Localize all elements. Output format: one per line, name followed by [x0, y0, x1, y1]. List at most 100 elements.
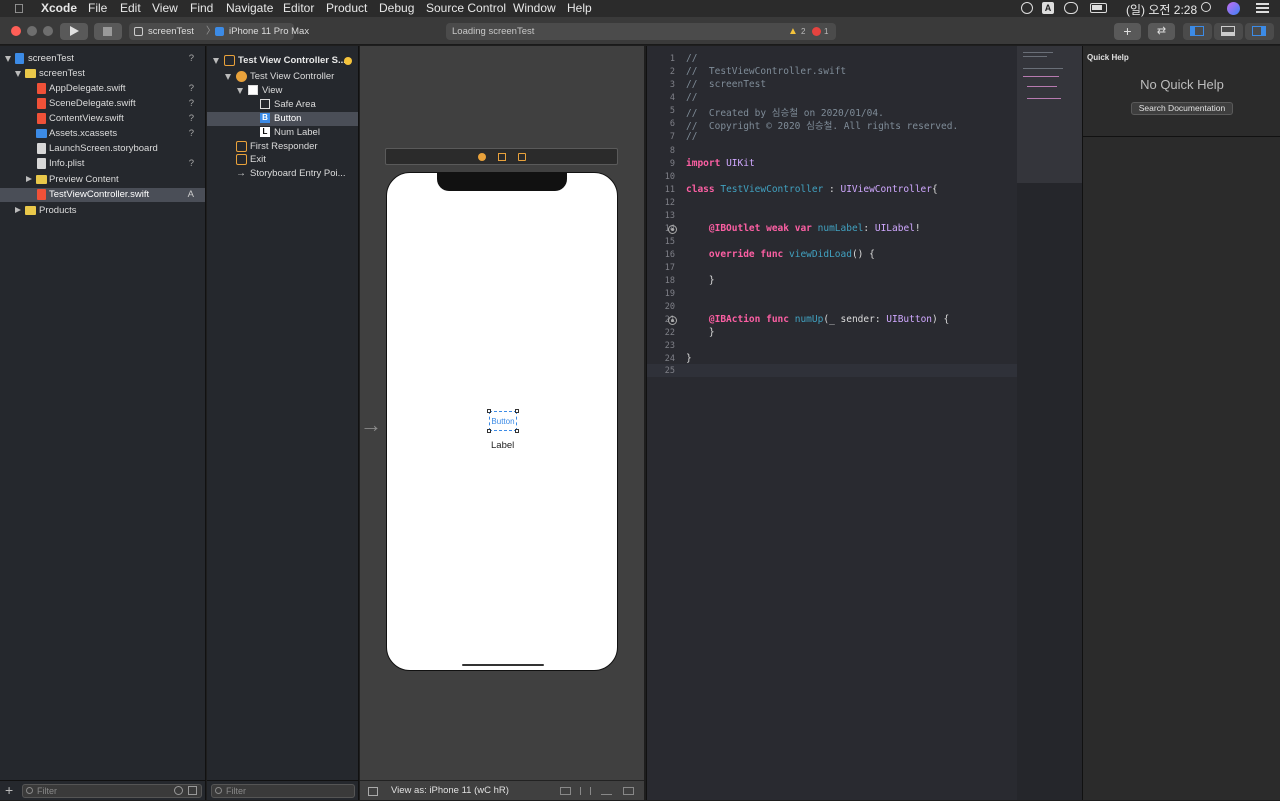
toggle-inspector-button[interactable]: [1245, 23, 1274, 40]
disclosure-open-icon[interactable]: [213, 58, 219, 64]
outline-entry-row[interactable]: → Storyboard Entry Poi...: [207, 167, 358, 181]
code-review-button[interactable]: ⇄: [1148, 23, 1175, 40]
code-line[interactable]: //: [686, 53, 697, 64]
display-icon[interactable]: [1064, 2, 1078, 14]
code-line[interactable]: import UIKit: [686, 158, 755, 169]
resize-handle[interactable]: [487, 409, 491, 413]
disclosure-closed-icon[interactable]: [15, 207, 21, 213]
menu-navigate[interactable]: Navigate: [226, 1, 273, 15]
outline-controller-row[interactable]: Test View Controller: [207, 70, 358, 84]
minimap-viewport[interactable]: [1017, 46, 1082, 183]
nav-file-row[interactable]: LaunchScreen.storyboard: [0, 142, 205, 156]
scheme-selector[interactable]: screenTest 〉 iPhone 11 Pro Max: [129, 23, 309, 40]
disclosure-open-icon[interactable]: [5, 56, 11, 62]
menu-file[interactable]: File: [88, 1, 107, 15]
clock[interactable]: (일) 오전 2:28: [1126, 1, 1197, 18]
recent-files-icon[interactable]: [174, 786, 183, 795]
nav-file-row[interactable]: AppDelegate.swift ?: [0, 82, 205, 96]
code-line[interactable]: // Created by 심승철 on 2020/01/04.: [686, 105, 884, 119]
scene-warning-icon[interactable]: [344, 57, 352, 65]
toggle-navigator-button[interactable]: [1183, 23, 1212, 40]
code-line[interactable]: //: [686, 131, 697, 142]
menu-view[interactable]: View: [152, 1, 178, 15]
code-line[interactable]: override func viewDidLoad() {: [686, 249, 875, 260]
menu-source-control[interactable]: Source Control: [426, 1, 506, 15]
code-line[interactable]: @IBAction func numUp(_ sender: UIButton)…: [686, 314, 949, 325]
menu-help[interactable]: Help: [567, 1, 592, 15]
outline-exit-row[interactable]: Exit: [207, 153, 358, 167]
nav-file-row[interactable]: SceneDelegate.swift ?: [0, 97, 205, 111]
add-file-icon[interactable]: +: [5, 782, 13, 798]
disclosure-closed-icon[interactable]: [26, 176, 32, 182]
nav-project-row[interactable]: screenTest ?: [0, 52, 205, 66]
nav-file-row[interactable]: Info.plist ?: [0, 157, 205, 171]
toggle-outline-icon[interactable]: [368, 787, 378, 796]
outline-button-row-selected[interactable]: B Button: [207, 112, 358, 126]
code-line[interactable]: }: [686, 353, 692, 364]
error-icon[interactable]: [812, 27, 821, 36]
code-line[interactable]: // screenTest: [686, 79, 766, 90]
align-icon[interactable]: [580, 787, 591, 795]
storyboard-label[interactable]: Label: [491, 440, 514, 451]
storyboard-button[interactable]: Button: [489, 411, 517, 431]
disclosure-open-icon[interactable]: [15, 71, 21, 77]
resize-handle[interactable]: [487, 429, 491, 433]
disclosure-open-icon[interactable]: [225, 74, 231, 80]
nav-group-row[interactable]: screenTest: [0, 67, 205, 81]
outline-label-row[interactable]: L Num Label: [207, 126, 358, 140]
dock-exit-icon[interactable]: [518, 153, 526, 161]
warning-icon[interactable]: ▲: [788, 23, 798, 40]
run-button[interactable]: [60, 23, 88, 40]
search-documentation-button[interactable]: Search Documentation: [1131, 102, 1233, 115]
code-line[interactable]: @IBOutlet weak var numLabel: UILabel!: [686, 223, 921, 234]
connection-circle-icon[interactable]: [668, 316, 677, 325]
storyboard-canvas[interactable]: → Button Label View as: iPhone 11 (wC hR…: [360, 46, 644, 800]
code-line[interactable]: class TestViewController : UIViewControl…: [686, 184, 938, 195]
code-line[interactable]: }: [686, 275, 715, 286]
outline-scene-row[interactable]: Test View Controller S...: [207, 54, 358, 68]
menu-editor[interactable]: Editor: [283, 1, 314, 15]
apple-icon[interactable]: : [14, 1, 24, 16]
code-line[interactable]: // TestViewController.swift: [686, 66, 846, 77]
code-line[interactable]: }: [686, 327, 715, 338]
menu-edit[interactable]: Edit: [120, 1, 141, 15]
battery-icon[interactable]: [1090, 3, 1107, 13]
code-line[interactable]: // Copyright © 2020 심승철. All rights rese…: [686, 118, 958, 132]
activity-viewer[interactable]: Loading screenTest ▲ 2 1: [446, 23, 836, 40]
connection-circle-icon[interactable]: [668, 225, 677, 234]
nav-file-row[interactable]: Assets.xcassets ?: [0, 127, 205, 141]
library-button[interactable]: +: [1114, 23, 1141, 40]
outline-filter-input[interactable]: Filter: [211, 784, 355, 798]
sync-status-icon[interactable]: [1021, 2, 1033, 14]
resize-handle[interactable]: [515, 409, 519, 413]
code-line[interactable]: //: [686, 92, 697, 103]
menu-find[interactable]: Find: [190, 1, 213, 15]
zoom-window-button[interactable]: [43, 26, 53, 36]
view-as-device[interactable]: View as: iPhone 11 (wC hR): [391, 781, 509, 801]
minimize-window-button[interactable]: [27, 26, 37, 36]
close-window-button[interactable]: [11, 26, 21, 36]
siri-icon[interactable]: [1227, 2, 1240, 15]
resize-handle[interactable]: [515, 429, 519, 433]
nav-file-row-selected[interactable]: TestViewController.swift A: [0, 188, 205, 202]
input-source-icon[interactable]: A: [1042, 2, 1054, 14]
nav-group-row[interactable]: Preview Content: [0, 173, 205, 187]
device-frame[interactable]: Button Label: [386, 172, 618, 671]
add-constraints-icon[interactable]: [601, 787, 612, 795]
scm-filter-icon[interactable]: [188, 786, 197, 795]
notification-center-icon[interactable]: [1256, 3, 1269, 13]
spotlight-search-icon[interactable]: [1201, 2, 1211, 12]
dock-controller-icon[interactable]: [478, 153, 486, 161]
scene-dock[interactable]: [385, 148, 618, 165]
nav-file-row[interactable]: ContentView.swift ?: [0, 112, 205, 126]
menu-window[interactable]: Window: [513, 1, 556, 15]
stop-button[interactable]: [94, 23, 122, 40]
outline-view-row[interactable]: View: [207, 84, 358, 98]
outline-first-responder-row[interactable]: First Responder: [207, 140, 358, 154]
nav-group-row[interactable]: Products: [0, 204, 205, 218]
outline-safe-area-row[interactable]: Safe Area: [207, 98, 358, 112]
dock-responder-icon[interactable]: [498, 153, 506, 161]
resolve-issues-icon[interactable]: [623, 787, 634, 795]
menu-product[interactable]: Product: [326, 1, 367, 15]
update-frames-icon[interactable]: [560, 787, 571, 795]
